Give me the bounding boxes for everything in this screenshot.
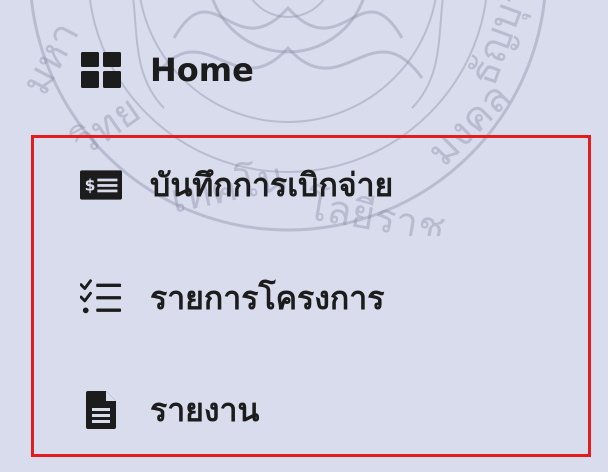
svg-text:ธัญบุรี: ธัญบุรี bbox=[460, 0, 540, 92]
payment-card-icon: $ bbox=[80, 164, 122, 206]
document-icon bbox=[80, 389, 122, 431]
sidebar-item-label: รายงาน bbox=[150, 390, 260, 429]
grid-icon bbox=[80, 49, 122, 91]
checklist-icon bbox=[80, 277, 122, 319]
svg-text:$: $ bbox=[85, 176, 96, 194]
svg-text:มงคล: มงคล bbox=[419, 74, 520, 175]
sidebar-item-label: รายการโครงการ bbox=[150, 278, 385, 317]
sidebar-item-project-list[interactable]: รายการโครงการ bbox=[80, 268, 384, 328]
sidebar-item-home[interactable]: Home bbox=[80, 40, 254, 100]
sidebar-item-label: Home bbox=[150, 51, 254, 89]
sidebar-item-record-disbursement[interactable]: $ บันทึกการเบิกจ่าย bbox=[80, 155, 393, 215]
sidebar-item-report[interactable]: รายงาน bbox=[80, 380, 259, 440]
sidebar: มหา วิทย เทคโน โลยีราช มงคล ธัญบุรี Home… bbox=[0, 0, 608, 472]
sidebar-item-label: บันทึกการเบิกจ่าย bbox=[150, 165, 394, 204]
